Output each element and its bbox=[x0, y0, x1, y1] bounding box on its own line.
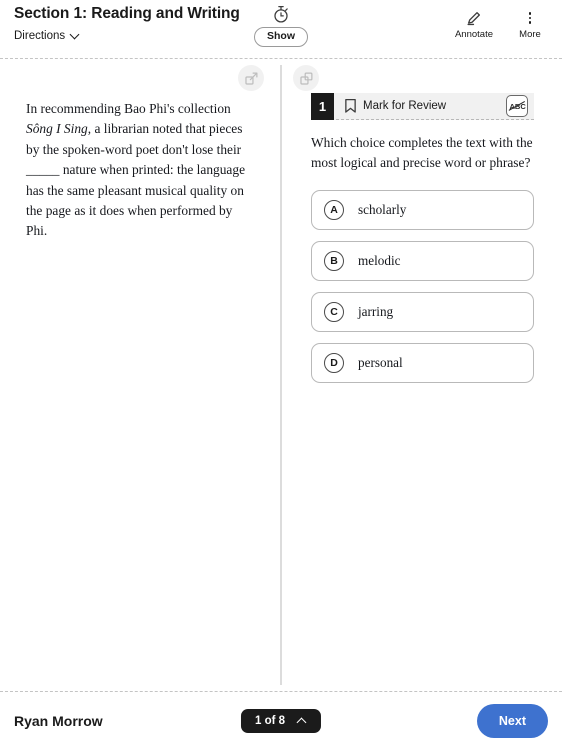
passage-book-title: Sông I Sing bbox=[26, 121, 88, 137]
answer-choice-b[interactable]: B melodic bbox=[311, 240, 534, 281]
expand-in-icon bbox=[299, 72, 312, 85]
choice-text-a: scholarly bbox=[358, 201, 407, 217]
choice-text-b: melodic bbox=[358, 252, 401, 268]
stopwatch-icon bbox=[274, 6, 288, 23]
passage-text-part2: , a librarian noted that pieces by the s… bbox=[26, 121, 246, 239]
choice-letter-d: D bbox=[324, 352, 344, 373]
header-bar: Section 1: Reading and Writing Direction… bbox=[0, 0, 562, 58]
abc-eliminate-button[interactable]: ABC bbox=[506, 95, 528, 117]
answer-choice-d[interactable]: D personal bbox=[311, 342, 534, 383]
choice-letter-c: C bbox=[324, 301, 344, 322]
content-area: In recommending Bao Phi's collection Sôn… bbox=[0, 59, 562, 691]
chevron-down-icon bbox=[71, 30, 80, 39]
choice-text-d: personal bbox=[358, 354, 403, 370]
mark-for-review-label: Mark for Review bbox=[363, 100, 447, 112]
pencil-icon bbox=[467, 12, 480, 26]
answer-choice-a[interactable]: A scholarly bbox=[311, 189, 534, 230]
collapse-question-button[interactable] bbox=[293, 65, 319, 91]
question-number-badge: 1 bbox=[311, 92, 334, 120]
more-label: More bbox=[519, 29, 541, 40]
page-title: Section 1: Reading and Writing bbox=[14, 5, 240, 22]
user-name: Ryan Morrow bbox=[14, 713, 103, 729]
header-tools: Annotate More bbox=[454, 10, 550, 40]
expand-passage-button[interactable] bbox=[238, 65, 264, 91]
mark-for-review-button[interactable]: Mark for Review bbox=[344, 98, 446, 114]
answer-choice-c[interactable]: C jarring bbox=[311, 291, 534, 332]
choice-text-c: jarring bbox=[358, 303, 394, 319]
footer-bar: Ryan Morrow 1 of 8 Next bbox=[0, 692, 562, 750]
choice-letter-a: A bbox=[324, 199, 344, 220]
passage-text: In recommending Bao Phi's collection Sôn… bbox=[26, 99, 256, 242]
directions-label: Directions bbox=[14, 30, 66, 42]
more-button[interactable]: More bbox=[510, 10, 550, 40]
page-indicator-label: 1 of 8 bbox=[254, 715, 286, 727]
vertical-dots-icon bbox=[522, 10, 538, 26]
passage-pane: In recommending Bao Phi's collection Sôn… bbox=[0, 59, 280, 691]
annotate-button[interactable]: Annotate bbox=[454, 10, 494, 40]
annotate-label: Annotate bbox=[454, 29, 494, 40]
directions-button[interactable]: Directions bbox=[14, 30, 80, 42]
passage-text-part1: In recommending Bao Phi's collection bbox=[26, 101, 231, 116]
question-pane: 1 Mark for Review ABC Which choice compl… bbox=[282, 59, 562, 691]
question-navigator-button[interactable]: 1 of 8 bbox=[240, 709, 322, 733]
question-header-bar: 1 Mark for Review ABC bbox=[311, 92, 534, 120]
test-app-window: Section 1: Reading and Writing Direction… bbox=[0, 0, 562, 750]
answer-choices-list: A scholarly B melodic C jarring D person… bbox=[311, 189, 534, 383]
next-button[interactable]: Next bbox=[476, 704, 548, 738]
chevron-up-icon bbox=[297, 717, 307, 725]
choice-letter-b: B bbox=[324, 250, 344, 271]
expand-out-icon bbox=[244, 72, 257, 85]
svg-text:ABC: ABC bbox=[509, 102, 526, 111]
show-timer-button[interactable]: Show bbox=[254, 27, 308, 48]
question-stem: Which choice completes the text with the… bbox=[311, 135, 533, 171]
abc-strikethrough-icon: ABC bbox=[508, 101, 526, 111]
bookmark-icon bbox=[345, 98, 356, 113]
